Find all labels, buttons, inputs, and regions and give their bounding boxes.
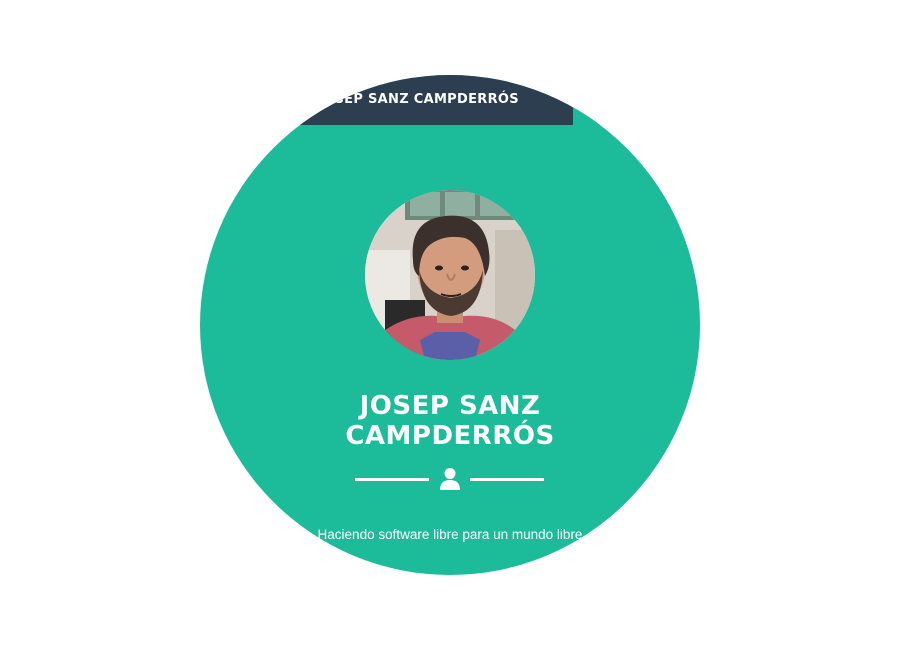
tagline: Haciendo software libre para un mundo li… — [317, 526, 583, 542]
navbar: JOSEP SANZ CAMPDERRÓS — [200, 75, 700, 125]
page: JOSEP SANZ CAMPDERRÓS JOSEP SANZ CAMPDER… — [0, 0, 900, 650]
menu-toggle-button[interactable] — [573, 99, 609, 125]
magnified-viewport: JOSEP SANZ CAMPDERRÓS JOSEP SANZ CAMPDER… — [200, 75, 700, 575]
divider-line-left — [355, 478, 429, 481]
profile-name-line2: CAMPDERRÓS — [345, 421, 555, 451]
section-divider — [200, 467, 700, 491]
user-icon — [440, 467, 460, 491]
profile-name-line1: JOSEP SANZ — [359, 391, 541, 421]
divider-line-right — [470, 478, 544, 481]
profile-photo — [365, 190, 535, 360]
profile-photo-image — [365, 190, 535, 360]
profile-name: JOSEP SANZ CAMPDERRÓS — [200, 391, 700, 451]
navbar-brand-link[interactable]: JOSEP SANZ CAMPDERRÓS — [318, 92, 519, 107]
